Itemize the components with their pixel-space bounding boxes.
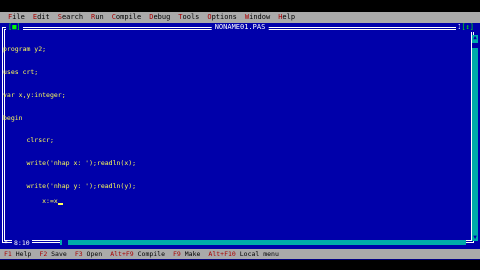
status-make[interactable]: F9 Make: [169, 249, 204, 259]
status-open[interactable]: F3 Open: [71, 249, 106, 259]
menu-compile[interactable]: Compile: [108, 12, 146, 23]
horizontal-scroll-thumb[interactable]: [62, 240, 68, 245]
code-line: begin: [3, 113, 23, 122]
modified-indicator: *: [4, 239, 8, 247]
menu-file[interactable]: File: [4, 12, 29, 23]
cursor-position: 8:10: [12, 239, 32, 247]
code-line: program y2;: [3, 45, 47, 54]
code-line: write('nhap y: ');readln(y);: [3, 181, 137, 190]
text-cursor: [57, 202, 63, 205]
menu-run[interactable]: Run: [87, 12, 108, 23]
editor-window: [■] NONAME01.PAS 1 [↕] program y2; uses …: [0, 23, 480, 249]
code-line: write('nhap x: ');readln(x);: [3, 159, 137, 168]
menu-search[interactable]: Search: [54, 12, 87, 23]
scroll-up-icon[interactable]: ▲: [472, 35, 478, 41]
status-local-menu[interactable]: Alt+F10 Local menu: [204, 249, 282, 259]
code-line: var x,y:integer;: [3, 90, 66, 99]
code-line-current: x:=x: [18, 197, 63, 206]
status-save[interactable]: F2 Save: [35, 249, 70, 259]
current-line-text: x:=x: [18, 197, 58, 206]
menu-options[interactable]: Options: [203, 12, 241, 23]
code-editor[interactable]: program y2; uses crt; var x,y:integer; b…: [3, 31, 463, 231]
code-line: clrscr;: [3, 136, 54, 145]
menu-debug[interactable]: Debug: [145, 12, 174, 23]
menu-tools[interactable]: Tools: [174, 12, 203, 23]
scroll-down-icon[interactable]: ▼: [472, 235, 478, 241]
menu-edit[interactable]: Edit: [29, 12, 54, 23]
menu-bar: File Edit Search Run Compile Debug Tools…: [0, 12, 480, 23]
menu-window[interactable]: Window: [241, 12, 274, 23]
vertical-scroll-thumb[interactable]: [472, 43, 478, 48]
vertical-scrollbar[interactable]: ▲ ▼: [472, 35, 478, 241]
code-line: uses crt;: [3, 67, 39, 76]
status-compile[interactable]: Alt+F9 Compile: [106, 249, 169, 259]
menu-help[interactable]: Help: [274, 12, 299, 23]
status-help[interactable]: F1 Help: [0, 249, 35, 259]
horizontal-scrollbar[interactable]: [60, 240, 466, 245]
status-bar: F1 Help F2 Save F3 Open Alt+F9 Compile F…: [0, 249, 480, 259]
